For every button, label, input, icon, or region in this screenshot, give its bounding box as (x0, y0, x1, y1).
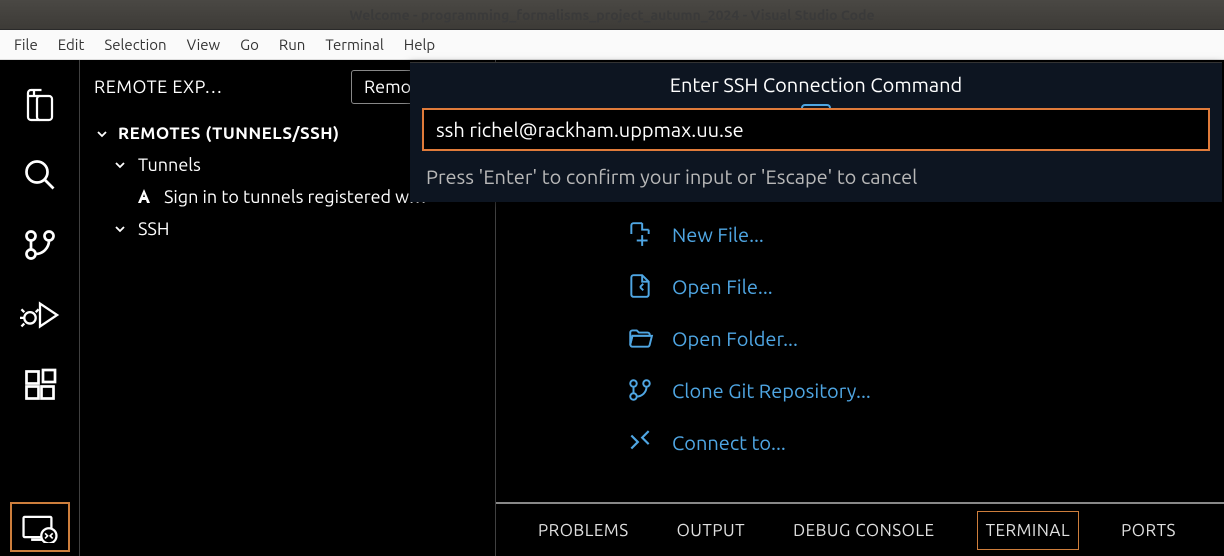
sidebar-title: REMOTE EXP… (94, 77, 339, 97)
welcome-action-label: Open Folder... (672, 327, 798, 350)
run-debug-icon[interactable] (10, 280, 70, 350)
welcome-connect-to[interactable]: Connect to... (626, 428, 1224, 456)
tree-item-label: SSH (138, 219, 169, 239)
menu-file[interactable]: File (4, 32, 48, 57)
menu-terminal[interactable]: Terminal (315, 32, 393, 57)
open-file-icon (626, 272, 654, 300)
spacer (10, 420, 70, 502)
welcome-open-folder[interactable]: Open Folder... (626, 324, 1224, 352)
menu-edit[interactable]: Edit (48, 32, 95, 57)
ssh-command-input[interactable] (422, 108, 1210, 151)
chevron-down-icon (94, 126, 110, 142)
menu-help[interactable]: Help (394, 32, 445, 57)
menu-run[interactable]: Run (269, 32, 315, 57)
quick-input-widget: Enter SSH Connection Command Press 'Ente… (410, 62, 1222, 202)
menu-view[interactable]: View (177, 32, 231, 57)
search-icon[interactable] (10, 140, 70, 210)
git-clone-icon (626, 376, 654, 404)
tree-section-label: REMOTES (TUNNELS/SSH) (118, 124, 340, 143)
tree-item-label: Tunnels (138, 155, 201, 175)
remote-indicator[interactable] (10, 502, 70, 552)
azure-icon (134, 187, 154, 207)
welcome-new-file[interactable]: New File... (626, 220, 1224, 248)
tree-item-ssh[interactable]: SSH (80, 213, 495, 245)
quick-input-title: Enter SSH Connection Command (410, 63, 1222, 104)
tab-ports[interactable]: PORTS (1115, 511, 1182, 550)
welcome-action-label: Connect to... (672, 431, 786, 454)
chevron-down-icon (112, 221, 128, 237)
window-title: Welcome - programming_formalisms_project… (349, 7, 874, 23)
welcome-clone-repo[interactable]: Clone Git Repository... (626, 376, 1224, 404)
welcome-action-label: Open File... (672, 275, 773, 298)
tree-item-label: Sign in to tunnels registered w… (164, 187, 427, 207)
activity-bar (0, 60, 80, 556)
panel-tabs: PROBLEMS OUTPUT DEBUG CONSOLE TERMINAL P… (496, 502, 1224, 556)
title-bar: Welcome - programming_formalisms_project… (0, 0, 1224, 30)
welcome-action-label: Clone Git Repository... (672, 379, 871, 402)
tab-terminal[interactable]: TERMINAL (977, 511, 1080, 550)
menu-go[interactable]: Go (230, 32, 269, 57)
tab-debug-console[interactable]: DEBUG CONSOLE (787, 511, 940, 550)
new-file-icon (626, 220, 654, 248)
open-folder-icon (626, 324, 654, 352)
quick-input-hint: Press 'Enter' to confirm your input or '… (410, 159, 1222, 202)
tab-output[interactable]: OUTPUT (671, 511, 751, 550)
tab-problems[interactable]: PROBLEMS (532, 511, 635, 550)
remote-connect-icon (626, 428, 654, 456)
menu-bar: File Edit Selection View Go Run Terminal… (0, 30, 1224, 60)
menu-selection[interactable]: Selection (94, 32, 176, 57)
extensions-icon[interactable] (10, 350, 70, 420)
source-control-icon[interactable] (10, 210, 70, 280)
chevron-down-icon (112, 157, 128, 173)
welcome-action-label: New File... (672, 223, 764, 246)
welcome-open-file[interactable]: Open File... (626, 272, 1224, 300)
explorer-icon[interactable] (10, 70, 70, 140)
